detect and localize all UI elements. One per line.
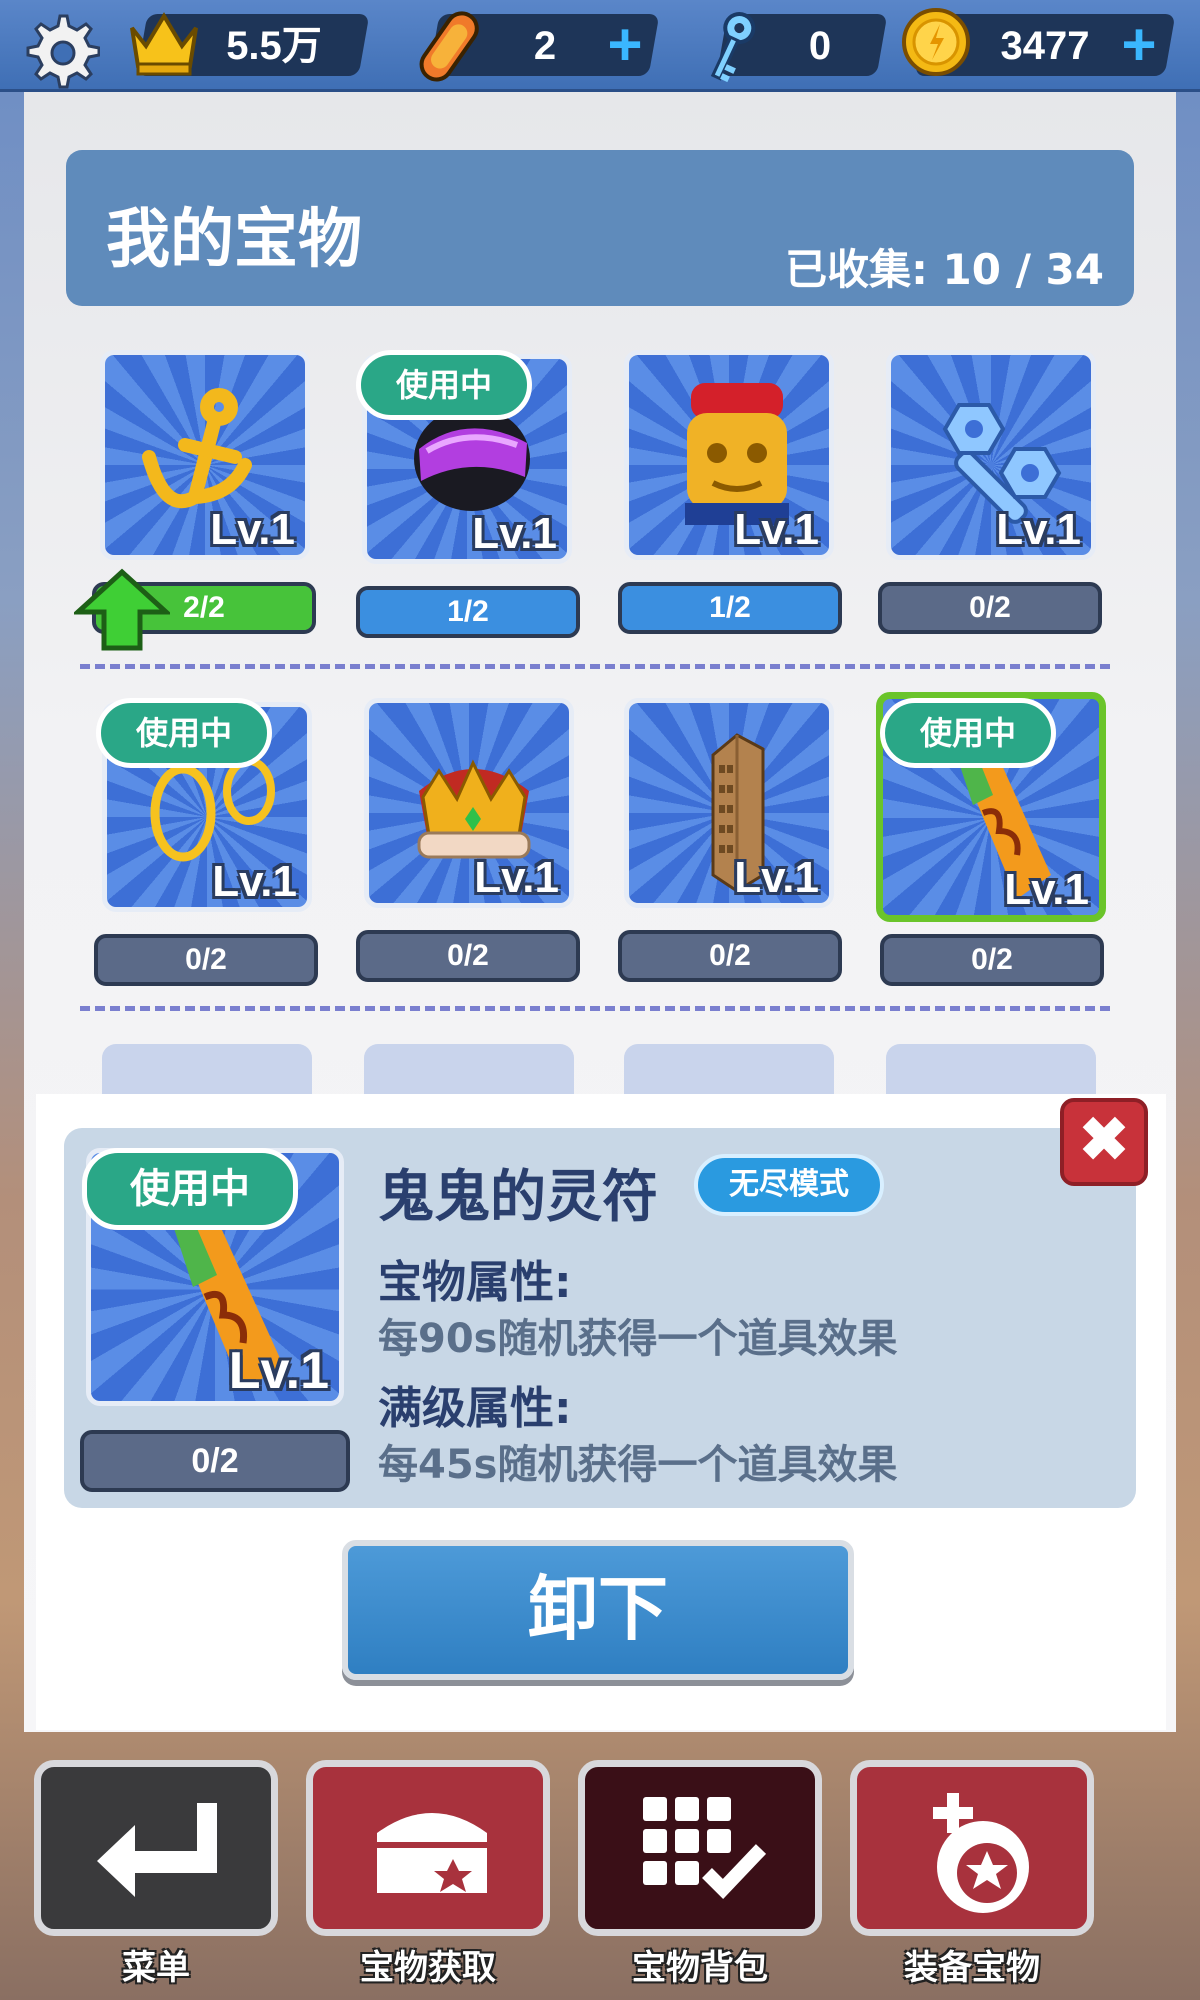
progress-text: 0/2 [709,939,751,972]
in-use-badge: 使用中 [356,350,532,420]
treasure-card-anchor[interactable]: Lv.1 [100,350,310,560]
anchor-icon [142,388,252,509]
progress-text: 1/2 [447,595,489,628]
progress-text: 0/2 [971,943,1013,976]
hoverboard-icon [419,11,479,82]
card-level: Lv.1 [474,853,559,902]
progress-text: 0/2 [185,943,227,976]
obtain-treasure-label: 宝物获取 [360,1948,496,1988]
add-boards-button[interactable]: + [600,15,650,75]
coin-icon [902,8,970,76]
grid-check-icon [643,1797,767,1900]
equip-badge-icon [933,1793,1029,1913]
unequip-button[interactable]: 卸下 [342,1540,854,1680]
crown-value: 5.5万 [226,24,322,68]
card-level: Lv.1 [734,853,819,902]
keys-value: 0 [808,24,832,68]
obtain-treasure-button[interactable] [306,1760,550,1936]
treasure-name: 鬼鬼的灵符 [378,1165,658,1230]
progress-text: 0/2 [447,939,489,972]
crown-icon [130,12,198,76]
card-level: Lv.1 [996,505,1081,554]
coins-value: 3477 [1000,24,1090,68]
progress-bar: 0/2 [618,930,842,982]
in-use-badge: 使用中 [880,698,1056,768]
crown-treasure-icon [417,759,531,859]
max-attribute-value: 每45s随机获得一个道具效果 [378,1442,898,1488]
menu-label: 菜单 [122,1948,190,1988]
progress-bar: 0/2 [356,930,580,982]
progress-bar: 0/2 [880,934,1104,986]
in-use-badge: 使用中 [96,698,272,768]
mode-badge: 无尽模式 [694,1154,884,1216]
treasure-card-crown[interactable]: Lv.1 [364,698,574,908]
max-attribute-label: 满级属性: [378,1383,572,1434]
key-icon [710,12,756,83]
card-level: Lv.1 [472,509,557,558]
detail-level: Lv.1 [228,1342,329,1400]
add-coins-button[interactable]: + [1114,15,1164,75]
card-level: Lv.1 [1004,865,1089,914]
card-level: Lv.1 [210,505,295,554]
upgrade-arrow-icon[interactable] [74,568,170,652]
equip-treasure-button[interactable] [850,1760,1094,1936]
detail-progress-bar: 0/2 [80,1430,350,1492]
collected-label: 已收集: [785,245,928,294]
detail-in-use-badge: 使用中 [82,1148,298,1230]
progress-bar: 1/2 [356,586,580,638]
attribute-label: 宝物属性: [378,1257,572,1308]
progress-bar: 0/2 [878,582,1102,634]
page-title: 我的宝物 [106,203,362,277]
card-level: Lv.1 [212,857,297,906]
collected-value: 10 / 34 [942,245,1104,294]
return-arrow-icon [97,1803,217,1897]
progress-text: 1/2 [709,591,751,624]
card-level: Lv.1 [734,505,819,554]
treasure-chest-icon [377,1813,487,1893]
treasure-card-wrench[interactable]: Lv.1 [886,350,1096,560]
settings-gear-icon[interactable] [20,10,100,90]
collected-count: 已收集: 10 / 34 [785,236,1104,297]
equip-treasure-label: 装备宝物 [904,1948,1040,1988]
menu-button[interactable] [34,1760,278,1936]
treasure-backpack-button[interactable] [578,1760,822,1936]
row-divider [80,1006,1110,1011]
detail-progress-text: 0/2 [191,1442,239,1480]
row-divider [80,664,1110,669]
progress-text: 2/2 [183,591,225,624]
progress-text: 0/2 [969,591,1011,624]
treasure-card-mask[interactable]: Lv.1 [624,350,834,560]
boards-value: 2 [533,24,557,68]
treasure-backpack-label: 宝物背包 [632,1948,768,1988]
close-button[interactable]: ✖ [1060,1098,1148,1186]
treasure-card-tower[interactable]: Lv.1 [624,698,834,908]
attribute-value: 每90s随机获得一个道具效果 [378,1316,898,1362]
progress-bar: 1/2 [618,582,842,634]
progress-bar: 0/2 [94,934,318,986]
